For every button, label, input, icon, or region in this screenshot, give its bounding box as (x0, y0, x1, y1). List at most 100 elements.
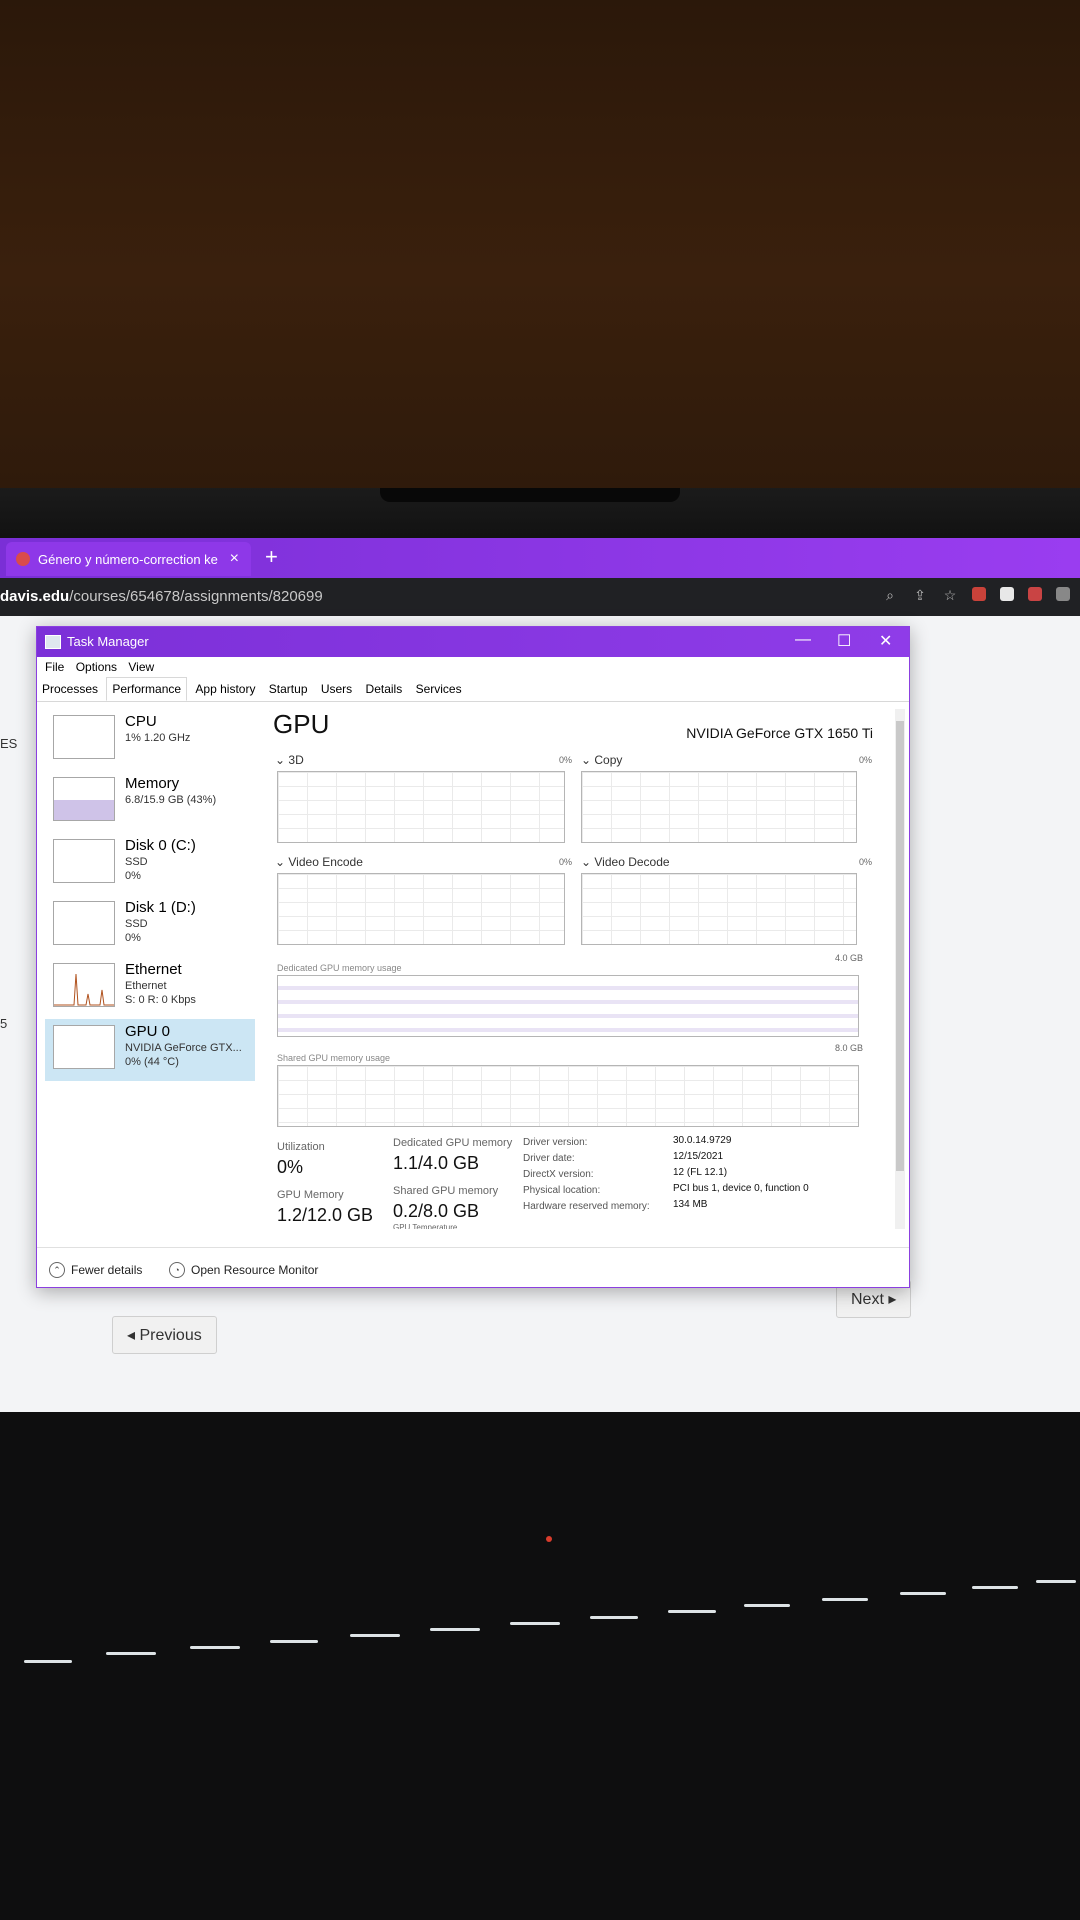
extension-grey-icon[interactable] (1056, 587, 1070, 601)
share-icon[interactable]: ⇪ (912, 587, 928, 603)
sidebar-item-title: Disk 0 (C:) (125, 837, 196, 854)
graph-pct-video-decode: 0% (859, 857, 873, 867)
graph-label-3d[interactable]: ⌄ 3D (275, 753, 304, 767)
tab-startup[interactable]: Startup (264, 678, 313, 700)
sidebar-item-disk-1[interactable]: Disk 1 (D:) SSD 0% (45, 895, 255, 957)
graph-pct-3d: 0% (559, 755, 573, 765)
gpu-model-name: NVIDIA GeForce GTX 1650 Ti (686, 725, 873, 741)
graph-label-video-encode[interactable]: ⌄ Video Encode (275, 855, 363, 869)
menu-file[interactable]: File (45, 660, 64, 674)
key-backlight (590, 1616, 638, 1619)
page-left-text: 5 (0, 1016, 8, 1031)
shared-mem-stat-label: Shared GPU memory (393, 1185, 499, 1197)
sidebar-item-title: CPU (125, 713, 157, 730)
graph-label-video-decode[interactable]: ⌄ Video Decode (581, 855, 670, 869)
menu-bar: File Options View (37, 657, 909, 677)
key-backlight (350, 1634, 400, 1637)
previous-button[interactable]: ◂ Previous (112, 1316, 217, 1354)
sidebar-item-title: Memory (125, 775, 180, 792)
open-resource-monitor-button[interactable]: ◔ Open Resource Monitor (169, 1262, 318, 1278)
extension-icon[interactable] (1000, 587, 1014, 601)
info-label: DirectX version: (523, 1169, 594, 1180)
info-label: Hardware reserved memory: (523, 1201, 650, 1212)
tab-services[interactable]: Services (411, 678, 467, 700)
menu-options[interactable]: Options (76, 660, 117, 674)
browser-tabbar: Género y número-correction ke × + (0, 538, 1080, 578)
sidebar-item-disk-0[interactable]: Disk 0 (C:) SSD 0% (45, 833, 255, 895)
sidebar-item-sub2: 0% (44 °C) (125, 1056, 179, 1068)
key-backlight (744, 1604, 790, 1607)
task-manager-window: Task Manager — ☐ ✕ File Options View Pro… (36, 626, 910, 1288)
key-backlight (822, 1598, 868, 1601)
extension-red-icon[interactable] (972, 587, 986, 601)
gpu-memory-value: 1.2/12.0 GB (277, 1205, 374, 1225)
menu-view[interactable]: View (128, 660, 154, 674)
task-manager-tabs: Processes Performance App history Startu… (37, 677, 909, 702)
info-value: 30.0.14.9729 (673, 1135, 732, 1146)
key-backlight (270, 1640, 318, 1643)
close-button[interactable]: ✕ (879, 631, 892, 651)
task-manager-icon (45, 635, 61, 649)
sidebar-item-sub: Ethernet (125, 980, 167, 992)
tab-details[interactable]: Details (361, 678, 408, 700)
sidebar-item-ethernet[interactable]: Ethernet Ethernet S: 0 R: 0 Kbps (45, 957, 255, 1019)
scrollbar-thumb[interactable] (896, 721, 904, 1171)
dedicated-mem-label: Dedicated GPU memory usage (277, 963, 402, 973)
scrollbar[interactable] (895, 709, 905, 1229)
sidebar-item-sub: 6.8/15.9 GB (43%) (125, 794, 217, 806)
maximize-button[interactable]: ☐ (837, 631, 851, 651)
ethernet-spikes (54, 973, 114, 1006)
zoom-icon[interactable]: ⌕ (882, 587, 898, 603)
key-backlight (190, 1646, 240, 1649)
fewer-details-label: Fewer details (71, 1263, 143, 1277)
task-manager-titlebar[interactable]: Task Manager — ☐ ✕ (37, 627, 909, 657)
info-value: 12 (FL 12.1) (673, 1167, 728, 1178)
sidebar-item-cpu[interactable]: CPU 1% 1.20 GHz (45, 709, 255, 771)
close-tab-icon[interactable]: × (230, 550, 239, 568)
sidebar-item-gpu-0[interactable]: GPU 0 NVIDIA GeForce GTX... 0% (44 °C) (45, 1019, 255, 1081)
ethernet-thumbnail-graph (53, 963, 115, 1007)
task-manager-footer: ⌃ Fewer details ◔ Open Resource Monitor (37, 1247, 909, 1288)
page-left-text: ES (0, 736, 18, 751)
graph-label-copy[interactable]: ⌄ Copy (581, 753, 622, 767)
tab-app-history[interactable]: App history (190, 678, 260, 700)
gpu-detail-panel: GPU NVIDIA GeForce GTX 1650 Ti ⌄ 3D 0% ⌄… (269, 709, 879, 1229)
url-path: /courses/654678/assignments/820699 (69, 588, 323, 605)
key-backlight (430, 1628, 480, 1631)
gpu-thumbnail-graph (53, 1025, 115, 1069)
extension-red-square-icon[interactable] (1028, 587, 1042, 601)
minimize-button[interactable]: — (795, 631, 811, 649)
laptop-screen: Género y número-correction ke × + davis.… (0, 538, 1080, 1412)
browser-tab[interactable]: Género y número-correction ke × (6, 542, 251, 576)
url-text[interactable]: davis.edu/courses/654678/assignments/820… (0, 588, 323, 605)
sidebar-item-title: Ethernet (125, 961, 182, 978)
new-tab-button[interactable]: + (265, 544, 278, 570)
tab-performance[interactable]: Performance (106, 677, 188, 701)
tab-users[interactable]: Users (316, 678, 357, 700)
key-backlight (106, 1652, 156, 1655)
url-host: davis.edu (0, 588, 70, 605)
disk0-thumbnail-graph (53, 839, 115, 883)
graph-pct-video-encode: 0% (559, 857, 573, 867)
key-backlight (510, 1622, 560, 1625)
laptop-keyboard (0, 1412, 1080, 1920)
graph-video-decode (581, 873, 857, 945)
resource-monitor-icon: ◔ (169, 1262, 185, 1278)
address-bar[interactable]: davis.edu/courses/654678/assignments/820… (0, 578, 1080, 616)
open-resource-monitor-label: Open Resource Monitor (191, 1263, 319, 1277)
sidebar-item-title: Disk 1 (D:) (125, 899, 196, 916)
dedicated-mem-graph (277, 975, 859, 1037)
tab-processes[interactable]: Processes (37, 678, 103, 700)
sidebar-item-sub2: 0% (125, 870, 141, 882)
sidebar-item-sub: SSD (125, 918, 148, 930)
trackpoint (546, 1536, 552, 1542)
key-backlight (1036, 1580, 1076, 1583)
gpu-temperature-label: GPU Temperature (393, 1223, 458, 1229)
gpu-heading: GPU (273, 709, 330, 739)
sidebar-item-memory[interactable]: Memory 6.8/15.9 GB (43%) (45, 771, 255, 833)
window-title: Task Manager (67, 634, 149, 649)
bookmark-star-icon[interactable]: ☆ (942, 587, 958, 603)
fewer-details-button[interactable]: ⌃ Fewer details (49, 1262, 142, 1278)
info-label: Physical location: (523, 1185, 601, 1196)
sidebar-item-sub2: S: 0 R: 0 Kbps (125, 994, 196, 1006)
